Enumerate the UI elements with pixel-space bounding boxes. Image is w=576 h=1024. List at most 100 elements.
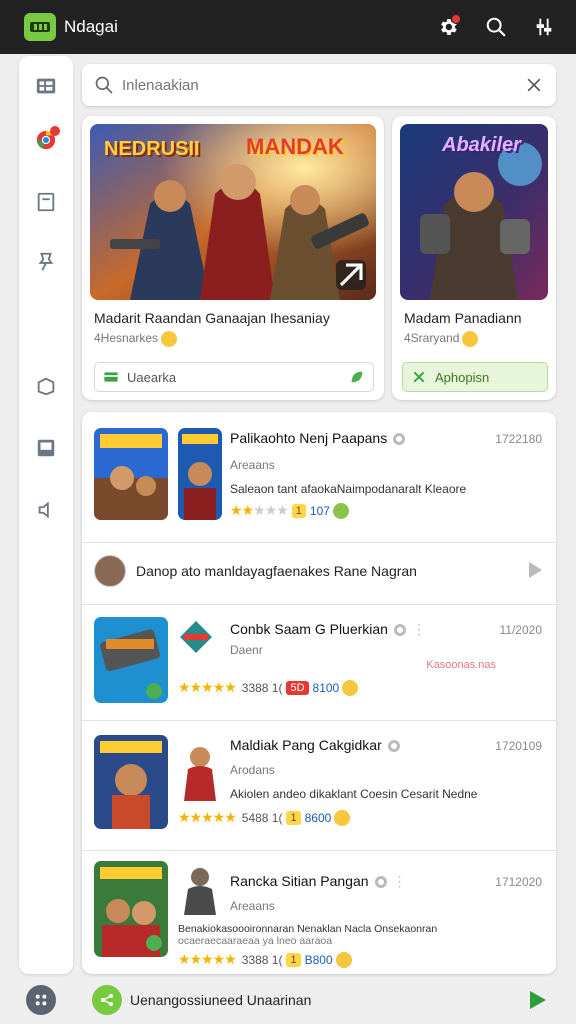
- review-count: 107: [309, 503, 330, 518]
- list-item[interactable]: Palikaohto Nenj Paapans 1722180 Areaans …: [82, 412, 556, 543]
- list-item[interactable]: Maldiak Pang Cakgidkar 1720109 Arodans A…: [82, 721, 556, 851]
- list-item[interactable]: Conbk Saam G Pluerkian ⋮ 11/2020 Daenr Ka…: [82, 605, 556, 721]
- search-bar[interactable]: [82, 64, 556, 106]
- smile-emoji-icon: [334, 809, 351, 826]
- settings-icon[interactable]: [374, 876, 387, 889]
- leaf-icon: [351, 371, 363, 383]
- character-icon: [178, 863, 222, 915]
- character-icon: [178, 741, 222, 801]
- review-count: 8100: [312, 680, 340, 695]
- send-icon[interactable]: [530, 991, 546, 1009]
- smile-emoji-icon: [462, 331, 479, 347]
- item-title: Conbk Saam G Pluerkian ⋮: [230, 621, 426, 638]
- smile-emoji-icon: [161, 331, 178, 347]
- app-logo-icon: [24, 13, 56, 41]
- rail-item-gallery[interactable]: [32, 434, 60, 462]
- item-meta: Areaans: [230, 458, 275, 472]
- price-tag: 5D: [286, 680, 309, 695]
- banner-logo-right: MANDAK: [246, 134, 344, 159]
- rail-item-packages[interactable]: [32, 372, 60, 400]
- featured-banner-image: Abakiler: [400, 124, 548, 300]
- smile-emoji-icon: [342, 679, 359, 696]
- star-icon: ★★★★★: [178, 951, 237, 967]
- play-icon[interactable]: [529, 562, 542, 578]
- star-icon: ★★★★★: [178, 809, 237, 825]
- featured-action-label: Aphopisn: [435, 369, 490, 385]
- rail-item-browser[interactable]: [32, 126, 60, 154]
- price-tag: 1: [291, 503, 306, 518]
- settings-icon[interactable]: [393, 433, 406, 446]
- game-thumbnail: [94, 617, 168, 703]
- featured-subtitle: 4Sraryand: [404, 331, 479, 347]
- featured-card[interactable]: NEDRUSII MANDAK Madarit Raandan Ganaajan…: [82, 116, 384, 400]
- filter-button[interactable]: [528, 11, 560, 43]
- star-icon: ★★★★★: [178, 679, 237, 695]
- featured-banner-image: NEDRUSII MANDAK: [90, 124, 376, 300]
- rating-text: 3388 1(: [241, 952, 283, 967]
- featured-title: Madarit Raandan Ganaajan Ihesaniay: [94, 310, 330, 326]
- filter-icon: [536, 18, 552, 36]
- game-thumbnail: [94, 735, 168, 829]
- app-title: Ndagai: [64, 17, 118, 36]
- rating: ★★★★★ 3388 1( 1 B800: [178, 951, 352, 968]
- featured-card[interactable]: Abakiler Madam Panadiann 4Sraryand Aphop…: [392, 116, 556, 400]
- featured-subtitle: 4Hesnarkes: [94, 331, 178, 347]
- side-navigation-rail: [19, 56, 73, 974]
- arrow-icon: [339, 263, 363, 287]
- game-thumbnail: [94, 861, 168, 957]
- item-description: Benakiokasoooironnaran Nenaklan Nacla On…: [178, 923, 438, 935]
- flag-icon: [104, 372, 118, 382]
- price-tag: 1: [286, 810, 301, 825]
- item-description: Saleaon tant afaokaNaimpodanaralt Kleaor…: [230, 482, 467, 496]
- rating: ★★★★★ 3388 1( 5D 8100: [178, 679, 359, 696]
- review-count: 8600: [304, 810, 332, 825]
- settings-icon[interactable]: [393, 624, 406, 637]
- item-date: 1722180: [495, 432, 542, 446]
- menu-button[interactable]: [26, 985, 56, 1015]
- item-date: 1712020: [495, 875, 542, 889]
- pin-icon: [38, 252, 54, 271]
- settings-icon[interactable]: [387, 740, 400, 753]
- rating: ★★ ★★★ 1 107: [230, 502, 349, 519]
- close-icon[interactable]: [524, 75, 544, 95]
- item-meta: Areaans: [230, 899, 275, 913]
- message-input[interactable]: [130, 992, 530, 1008]
- rail-item-audio[interactable]: [32, 496, 60, 524]
- comment-row[interactable]: Danop ato manldayagfaenakes Rane Nagran: [82, 543, 556, 605]
- search-button[interactable]: [480, 11, 512, 43]
- review-count: B800: [304, 952, 333, 967]
- featured-action-button[interactable]: Uaearka: [94, 362, 374, 392]
- settings-button[interactable]: [432, 11, 464, 43]
- item-date: 1720109: [495, 739, 542, 753]
- rail-item-dashboard[interactable]: [32, 72, 60, 100]
- open-button[interactable]: [336, 260, 366, 290]
- rail-item-pins[interactable]: [32, 248, 60, 276]
- message-composer[interactable]: [82, 980, 556, 1020]
- more-icon[interactable]: ⋮: [393, 873, 407, 890]
- list-item[interactable]: Rancka Sitian Pangan ⋮ 1712020 Areaans Be…: [82, 851, 556, 974]
- rating: ★★★★★ 5488 1( 1 8600: [178, 809, 351, 826]
- x-icon: [413, 371, 425, 383]
- share-icon[interactable]: [92, 985, 122, 1015]
- apps-icon: [35, 994, 47, 1006]
- rating-text: 3388 1(: [241, 680, 283, 695]
- top-app-bar: Ndagai: [0, 0, 576, 54]
- featured-action-label: Uaearka: [127, 369, 177, 385]
- rating-text: 5488 1(: [241, 810, 283, 825]
- featured-action-button[interactable]: Aphopisn: [402, 362, 548, 392]
- featured-title: Madam Panadiann: [404, 310, 522, 326]
- banner-logo-left: NEDRUSII: [104, 138, 200, 160]
- search-icon: [486, 17, 506, 37]
- price-tag: 1: [286, 952, 301, 967]
- rail-item-documents[interactable]: [32, 188, 60, 216]
- notification-badge: [451, 14, 461, 24]
- item-meta: Arodans: [230, 763, 275, 777]
- image-icon: [37, 439, 55, 457]
- item-title: Palikaohto Nenj Paapans: [230, 430, 406, 446]
- search-input[interactable]: [122, 76, 524, 94]
- search-icon: [95, 76, 113, 94]
- item-title: Rancka Sitian Pangan ⋮: [230, 873, 407, 890]
- more-icon[interactable]: ⋮: [412, 621, 426, 638]
- document-icon: [37, 192, 55, 212]
- box-icon: [37, 377, 55, 396]
